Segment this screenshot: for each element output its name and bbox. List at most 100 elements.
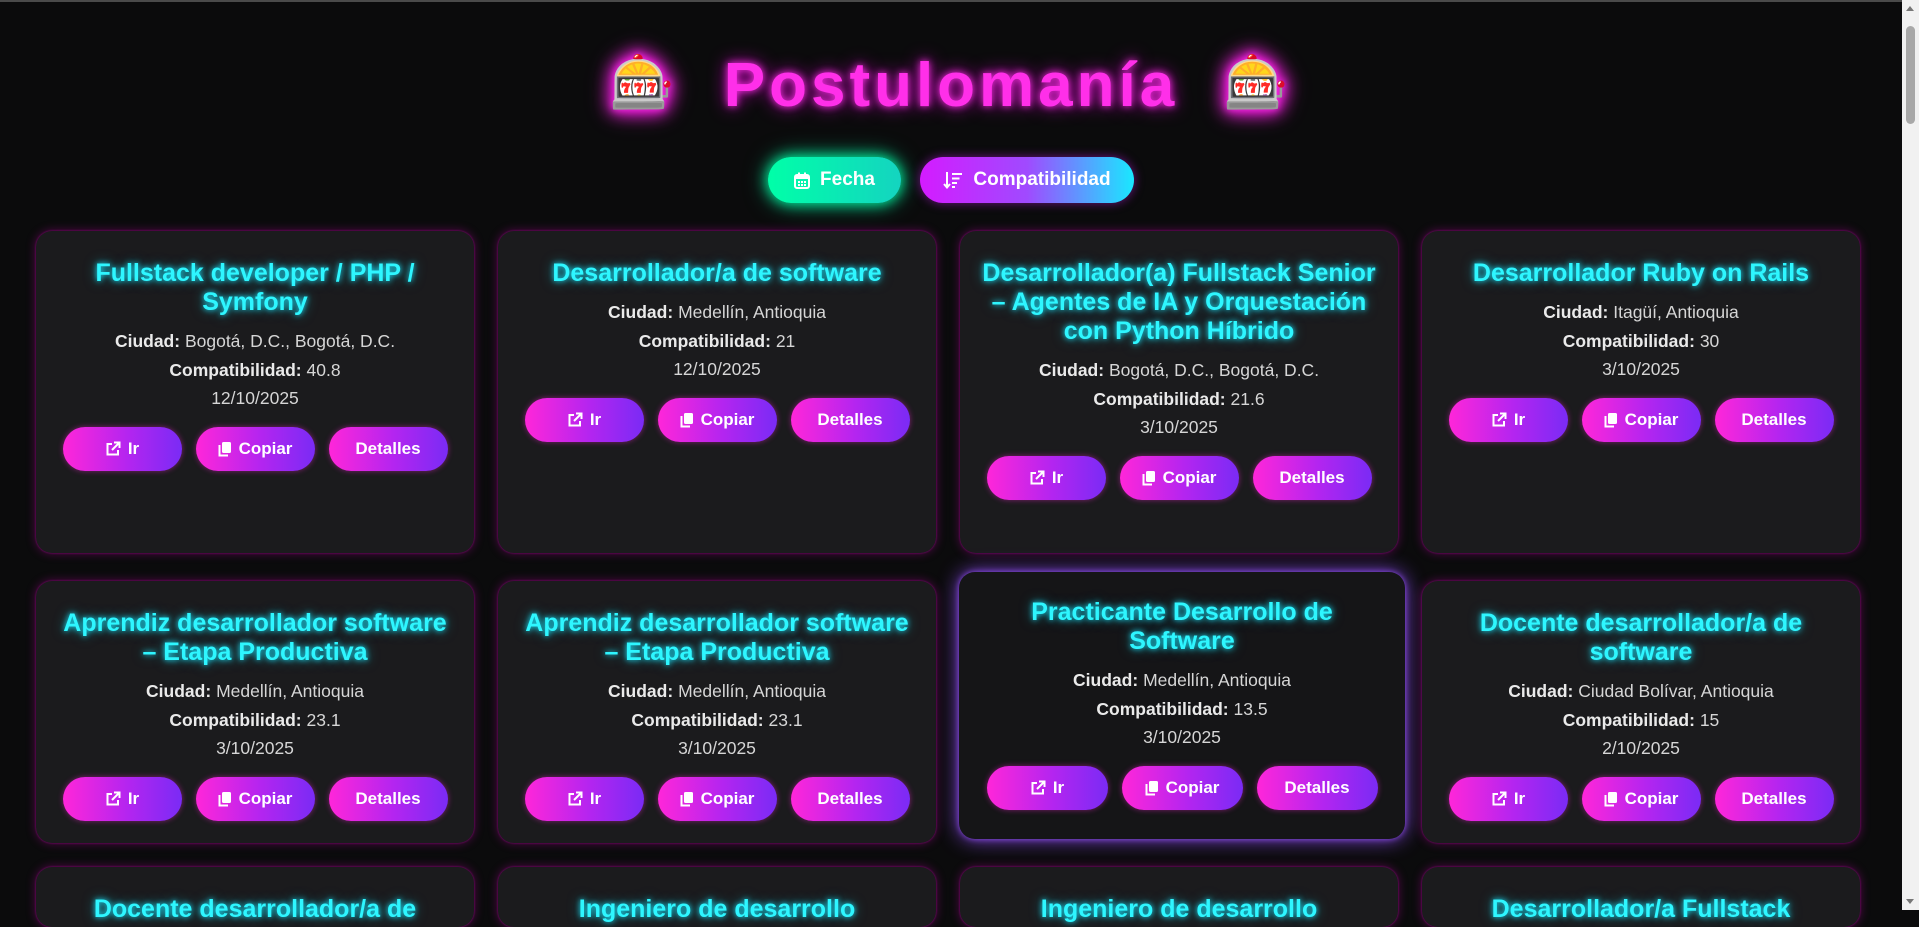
copy-icon bbox=[218, 791, 231, 806]
scroll-up-arrow-icon[interactable] bbox=[1906, 6, 1914, 11]
page-title-text: Postulomanía bbox=[723, 51, 1179, 120]
job-card: Desarrollador/a Fullstack bbox=[1422, 867, 1860, 927]
details-button[interactable]: Detalles bbox=[1714, 397, 1834, 442]
sort-by-date-label: Fecha bbox=[820, 169, 875, 190]
job-title: Docente desarrollador/a de software bbox=[1479, 609, 1803, 666]
job-card: Docente desarrollador/a de bbox=[36, 867, 474, 927]
go-button[interactable]: Ir bbox=[62, 426, 182, 471]
job-actions: Ir Copiar Detalles bbox=[58, 776, 452, 821]
job-city: Ciudad: Medellín, Antioquia bbox=[1073, 670, 1291, 690]
details-button[interactable]: Detalles bbox=[1256, 765, 1378, 810]
copy-button[interactable]: Copiar bbox=[657, 776, 777, 821]
job-compatibility: Compatibilidad: 23.1 bbox=[169, 709, 341, 730]
details-button[interactable]: Detalles bbox=[328, 776, 448, 821]
job-date: 2/10/2025 bbox=[1602, 738, 1680, 758]
sort-by-compatibility-label: Compatibilidad bbox=[973, 169, 1111, 190]
scrollbar-thumb[interactable] bbox=[1906, 26, 1915, 124]
vertical-scrollbar[interactable] bbox=[1902, 0, 1919, 910]
job-city: Ciudad: Itagüí, Antioquia bbox=[1543, 302, 1739, 322]
scroll-down-arrow-icon[interactable] bbox=[1906, 899, 1914, 904]
job-actions: Ir Copiar Detalles bbox=[1444, 776, 1838, 821]
job-actions: Ir Copiar Detalles bbox=[982, 455, 1376, 500]
job-date: 3/10/2025 bbox=[1143, 727, 1221, 747]
go-button[interactable]: Ir bbox=[524, 397, 644, 442]
go-button[interactable]: Ir bbox=[986, 765, 1108, 810]
job-card: Desarrollador/a de software Ciudad: Mede… bbox=[498, 231, 936, 553]
page-title: 🎰 Postulomanía 🎰 bbox=[0, 50, 1902, 121]
job-card: Desarrollador Ruby on Rails Ciudad: Itag… bbox=[1422, 231, 1860, 553]
go-button[interactable]: Ir bbox=[986, 455, 1106, 500]
job-date: 3/10/2025 bbox=[1602, 359, 1680, 379]
details-button[interactable]: Detalles bbox=[1252, 455, 1372, 500]
copy-button[interactable]: Copiar bbox=[1581, 397, 1701, 442]
job-city: Ciudad: Medellín, Antioquia bbox=[146, 681, 364, 701]
external-link-icon bbox=[106, 441, 121, 455]
external-link-icon bbox=[1492, 412, 1507, 426]
job-card: Desarrollador(a) Fullstack Senior – Agen… bbox=[960, 231, 1398, 553]
go-button[interactable]: Ir bbox=[1448, 776, 1568, 821]
external-link-icon bbox=[106, 791, 121, 805]
external-link-icon bbox=[568, 791, 583, 805]
job-city: Ciudad: Bogotá, D.C., Bogotá, D.C. bbox=[114, 331, 396, 351]
job-compatibility: Compatibilidad: 21.6 bbox=[1093, 388, 1265, 409]
job-actions: Ir Copiar Detalles bbox=[58, 426, 452, 471]
calendar-icon bbox=[794, 172, 811, 189]
job-title: Desarrollador Ruby on Rails bbox=[1472, 259, 1810, 287]
job-card: Fullstack developer / PHP / Symfony Ciud… bbox=[36, 231, 474, 553]
slot-machine-icon: 🎰 bbox=[609, 54, 679, 112]
job-compatibility: Compatibilidad: 40.8 bbox=[169, 359, 341, 380]
job-date: 12/10/2025 bbox=[673, 359, 761, 379]
details-button[interactable]: Detalles bbox=[328, 426, 448, 471]
slot-machine-icon: 🎰 bbox=[1223, 54, 1293, 112]
copy-icon bbox=[1142, 470, 1155, 485]
job-card: Ingeniero de desarrollo bbox=[498, 867, 936, 927]
details-button[interactable]: Detalles bbox=[790, 776, 910, 821]
job-city: Ciudad: Ciudad Bolívar, Antioquia bbox=[1508, 681, 1774, 701]
job-title: Fullstack developer / PHP / Symfony bbox=[95, 259, 415, 316]
job-compatibility: Compatibilidad: 23.1 bbox=[631, 709, 803, 730]
external-link-icon bbox=[568, 412, 583, 426]
job-date: 3/10/2025 bbox=[1140, 417, 1218, 437]
sort-descending-icon bbox=[943, 172, 963, 189]
job-title: Desarrollador/a de software bbox=[552, 259, 882, 287]
details-button[interactable]: Detalles bbox=[1714, 776, 1834, 821]
copy-button[interactable]: Copiar bbox=[657, 397, 777, 442]
external-link-icon bbox=[1030, 470, 1045, 484]
job-actions: Ir Copiar Detalles bbox=[1444, 397, 1838, 442]
job-card: Ingeniero de desarrollo bbox=[960, 867, 1398, 927]
copy-icon bbox=[1604, 412, 1617, 427]
go-button[interactable]: Ir bbox=[524, 776, 644, 821]
job-city: Ciudad: Bogotá, D.C., Bogotá, D.C. bbox=[1038, 360, 1320, 380]
job-actions: Ir Copiar Detalles bbox=[981, 765, 1383, 810]
copy-icon bbox=[680, 412, 693, 427]
job-title: Aprendiz desarrollador software – Etapa … bbox=[525, 609, 909, 666]
job-card: Docente desarrollador/a de software Ciud… bbox=[1422, 581, 1860, 843]
external-link-icon bbox=[1031, 780, 1046, 794]
copy-button[interactable]: Copiar bbox=[1581, 776, 1701, 821]
go-button[interactable]: Ir bbox=[1448, 397, 1568, 442]
job-date: 12/10/2025 bbox=[211, 388, 299, 408]
copy-button[interactable]: Copiar bbox=[195, 776, 315, 821]
copy-icon bbox=[1604, 791, 1617, 806]
job-date: 3/10/2025 bbox=[678, 738, 756, 758]
job-title: Desarrollador(a) Fullstack Senior – Agen… bbox=[982, 259, 1376, 345]
job-actions: Ir Copiar Detalles bbox=[520, 397, 914, 442]
sort-by-compatibility-button[interactable]: Compatibilidad bbox=[920, 157, 1134, 203]
copy-button[interactable]: Copiar bbox=[1119, 455, 1239, 500]
job-card: Aprendiz desarrollador software – Etapa … bbox=[498, 581, 936, 843]
external-link-icon bbox=[1492, 791, 1507, 805]
job-compatibility: Compatibilidad: 21 bbox=[638, 330, 796, 351]
job-date: 3/10/2025 bbox=[216, 738, 294, 758]
job-card: Aprendiz desarrollador software – Etapa … bbox=[36, 581, 474, 843]
sort-bar: Fecha Compatibilidad bbox=[0, 157, 1902, 203]
top-border bbox=[0, 0, 1919, 2]
details-button[interactable]: Detalles bbox=[790, 397, 910, 442]
job-compatibility: Compatibilidad: 13.5 bbox=[1096, 698, 1268, 719]
job-compatibility: Compatibilidad: 15 bbox=[1562, 709, 1720, 730]
job-city: Ciudad: Medellín, Antioquia bbox=[608, 681, 826, 701]
go-button[interactable]: Ir bbox=[62, 776, 182, 821]
copy-button[interactable]: Copiar bbox=[1121, 765, 1243, 810]
job-city: Ciudad: Medellín, Antioquia bbox=[608, 302, 826, 322]
copy-button[interactable]: Copiar bbox=[195, 426, 315, 471]
sort-by-date-button[interactable]: Fecha bbox=[768, 157, 901, 203]
